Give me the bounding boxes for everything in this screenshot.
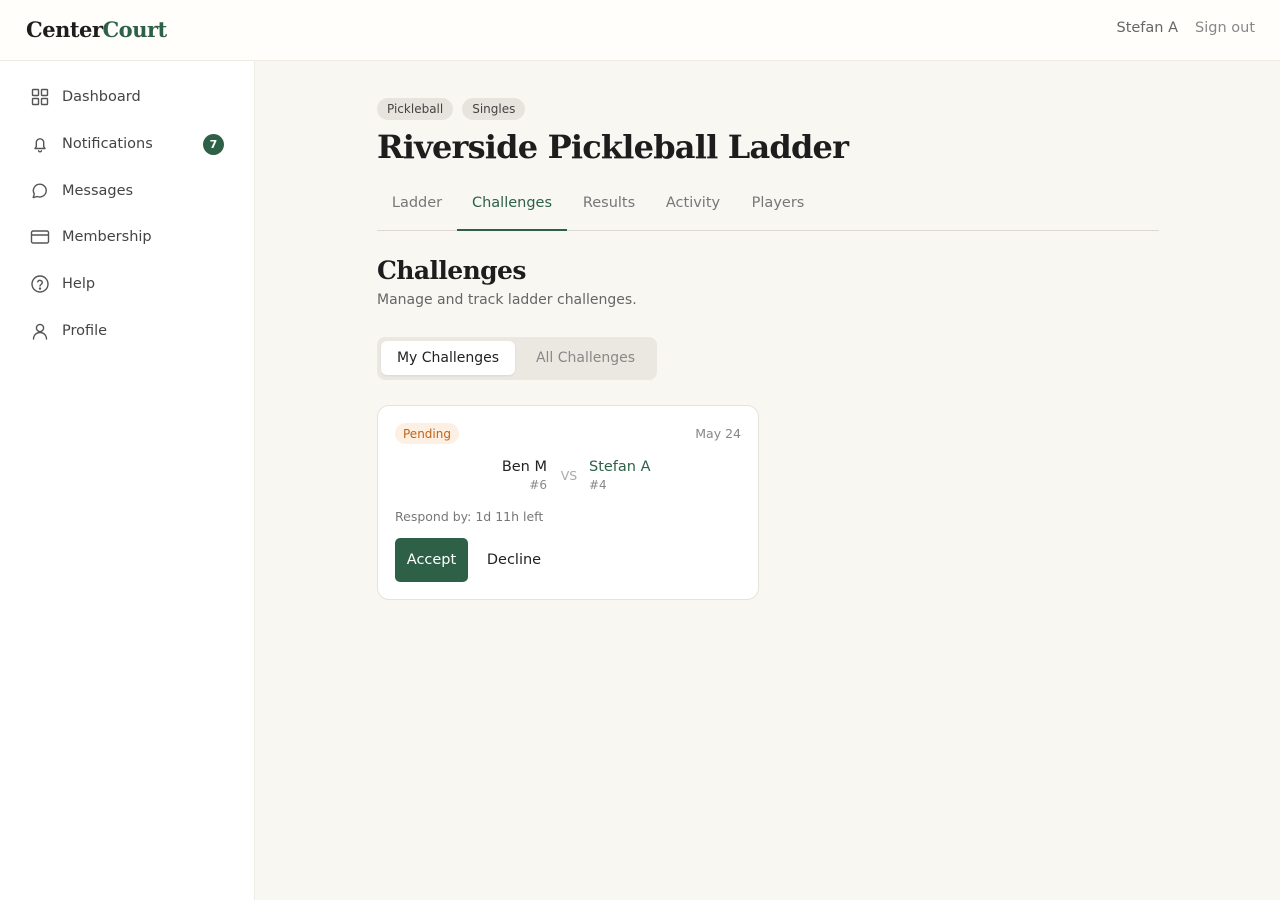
logo[interactable]: CenterCourt xyxy=(26,17,167,42)
challenger-name: Ben M xyxy=(501,459,547,475)
accept-button[interactable]: Accept xyxy=(395,538,468,582)
top-bar: CenterCourt Stefan A Sign out xyxy=(0,0,1280,61)
user-icon xyxy=(30,321,50,341)
sidebar-item-notifications[interactable]: Notifications 7 xyxy=(30,132,226,156)
opponent-name: Stefan A xyxy=(589,459,651,475)
sidebar-item-label: Profile xyxy=(62,323,108,339)
bell-icon xyxy=(30,134,50,154)
sidebar: Dashboard Notifications 7 Messages Membe… xyxy=(0,61,255,900)
page-title: Riverside Pickleball Ladder xyxy=(377,128,849,166)
tag-sport: Pickleball xyxy=(377,98,454,120)
tab-activity[interactable]: Activity xyxy=(651,195,735,211)
sidebar-item-label: Messages xyxy=(62,183,134,199)
tab-ladder[interactable]: Ladder xyxy=(377,195,457,211)
sidebar-item-profile[interactable]: Profile xyxy=(30,319,226,343)
ladder-tags: Pickleball Singles xyxy=(377,98,526,120)
challenger-rank: #6 xyxy=(529,478,547,492)
opponent-player: Stefan A #4 xyxy=(589,459,651,492)
ladder-tabs: Ladder Challenges Results Activity Playe… xyxy=(377,183,1159,231)
challenger-player: Ben M #6 xyxy=(502,459,547,492)
tag-format: Singles xyxy=(462,98,526,120)
tab-results[interactable]: Results xyxy=(567,195,651,211)
sign-out-link[interactable]: Sign out xyxy=(1195,20,1255,36)
chat-icon xyxy=(30,181,50,201)
sidebar-item-label: Membership xyxy=(62,229,152,245)
challenge-filter-toggle: My Challenges All Challenges xyxy=(377,337,657,380)
status-badge: Pending xyxy=(395,423,459,444)
section-title: Challenges xyxy=(377,256,526,285)
tab-players[interactable]: Players xyxy=(735,195,821,211)
sidebar-item-label: Dashboard xyxy=(62,89,141,105)
my-challenges-button[interactable]: My Challenges xyxy=(381,341,515,375)
sidebar-item-membership[interactable]: Membership xyxy=(30,225,226,249)
logo-part-1: Center xyxy=(26,17,103,42)
sidebar-item-dashboard[interactable]: Dashboard xyxy=(30,85,226,109)
respond-deadline: Respond by: 1d 11h left xyxy=(395,509,544,524)
notification-count-badge: 7 xyxy=(203,134,224,155)
tab-challenges[interactable]: Challenges xyxy=(457,195,567,211)
all-challenges-button[interactable]: All Challenges xyxy=(517,341,654,375)
sidebar-item-label: Help xyxy=(62,276,96,292)
active-tab-indicator xyxy=(457,229,567,231)
challenge-date: May 24 xyxy=(695,426,741,441)
sidebar-item-messages[interactable]: Messages xyxy=(30,179,226,203)
sidebar-item-help[interactable]: Help xyxy=(30,272,226,296)
decline-button[interactable]: Decline xyxy=(478,538,550,582)
card-icon xyxy=(30,227,50,247)
section-subtitle: Manage and track ladder challenges. xyxy=(377,292,637,308)
header-user-area: Stefan A Sign out xyxy=(1116,20,1255,36)
header-user-name[interactable]: Stefan A xyxy=(1116,20,1178,36)
opponent-rank: #4 xyxy=(589,478,607,492)
help-icon xyxy=(30,274,50,294)
challenge-card: Pending May 24 Ben M #6 VS Stefan A #4 R… xyxy=(377,405,759,600)
vs-label: VS xyxy=(560,468,578,483)
logo-part-2: Court xyxy=(102,17,167,42)
grid-icon xyxy=(30,87,50,107)
sidebar-item-label: Notifications xyxy=(62,136,153,152)
